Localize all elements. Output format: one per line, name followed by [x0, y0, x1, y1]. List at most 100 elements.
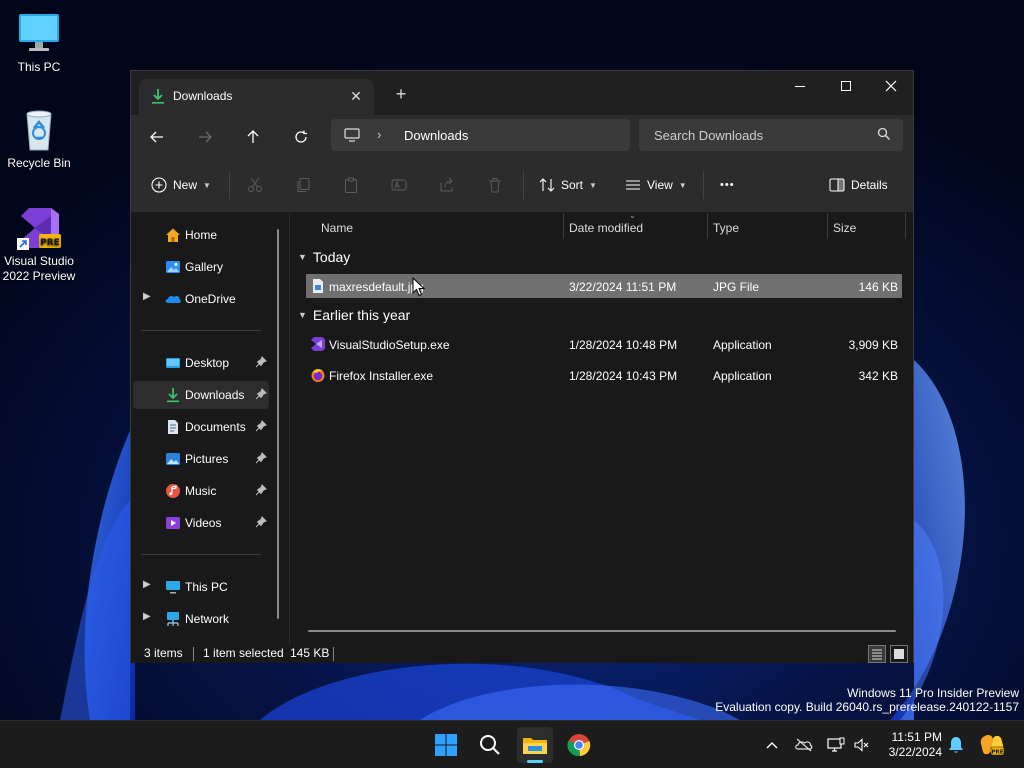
taskbar: 11:51 PM 3/22/2024 PRE: [0, 720, 1024, 768]
large-icons-view-toggle[interactable]: [890, 645, 908, 663]
new-button[interactable]: New ▼: [151, 173, 211, 197]
system-clock[interactable]: 11:51 PM 3/22/2024: [889, 730, 942, 760]
column-header-size[interactable]: Size: [833, 221, 856, 235]
sidebar-item-network[interactable]: ▶ Network: [133, 605, 269, 633]
sidebar-item-label: Downloads: [185, 388, 245, 402]
home-icon: [166, 228, 180, 242]
sidebar-item-videos[interactable]: Videos: [133, 509, 269, 537]
pre-badge: PRE: [40, 238, 60, 248]
minimize-icon: [795, 86, 805, 87]
desktop-icon-label: Visual Studio 2022 Preview: [2, 254, 76, 283]
chevron-down-icon: ▼: [298, 252, 307, 262]
delete-button[interactable]: [487, 173, 503, 197]
column-divider[interactable]: [905, 213, 906, 239]
copy-button[interactable]: [295, 173, 311, 197]
file-type: Application: [713, 369, 772, 383]
breadcrumb-downloads[interactable]: Downloads: [404, 128, 468, 143]
tiles-view-icon: [894, 649, 904, 659]
file-row-maxresdefault[interactable]: maxresdefault.jpg 3/22/2024 11:51 PM JPG…: [306, 274, 902, 298]
column-divider[interactable]: [563, 213, 564, 239]
more-options-button[interactable]: •••: [720, 173, 735, 197]
view-button[interactable]: View ▼: [625, 173, 687, 197]
sidebar-item-documents[interactable]: Documents: [133, 413, 269, 441]
new-tab-button[interactable]: +: [391, 84, 411, 104]
chevron-right-icon[interactable]: ▶: [143, 579, 151, 590]
chevron-right-icon[interactable]: ▶: [143, 611, 151, 622]
sort-icon: [539, 178, 555, 192]
taskbar-chrome[interactable]: [561, 727, 597, 763]
sort-button[interactable]: Sort ▼: [539, 173, 597, 197]
videos-icon: [166, 517, 180, 529]
sidebar-item-music[interactable]: Music: [133, 477, 269, 505]
pin-icon[interactable]: [255, 420, 267, 432]
address-bar[interactable]: › Downloads: [331, 119, 630, 151]
scissors-icon: [248, 177, 262, 192]
back-button[interactable]: [143, 123, 171, 151]
search-icon: [877, 127, 890, 140]
share-button[interactable]: [439, 173, 455, 197]
desktop-icon-visual-studio[interactable]: PRE Visual Studio 2022 Preview: [0, 204, 78, 284]
chrome-icon: [567, 734, 591, 757]
column-header-type[interactable]: Type: [713, 221, 739, 235]
show-hidden-icons-button[interactable]: [760, 733, 784, 757]
copy-icon: [297, 178, 310, 192]
sidebar-item-onedrive[interactable]: ▶ OneDrive: [133, 285, 269, 313]
taskbar-search-button[interactable]: [472, 727, 508, 763]
pin-icon[interactable]: [255, 516, 267, 528]
desktop-icon-this-pc[interactable]: This PC: [0, 10, 78, 75]
pin-icon[interactable]: [255, 388, 267, 400]
sidebar-item-label: Music: [185, 484, 217, 498]
file-explorer-window: Downloads ✕ + › Downloads Search Downloa…: [130, 70, 914, 663]
pin-icon[interactable]: [255, 452, 267, 464]
onedrive-tray-button[interactable]: [792, 733, 816, 757]
group-header-today[interactable]: ▼ Today: [298, 249, 350, 265]
search-input[interactable]: Search Downloads: [654, 128, 763, 143]
search-box[interactable]: Search Downloads: [639, 119, 903, 151]
desktop-icon-recycle-bin[interactable]: Recycle Bin: [0, 106, 78, 171]
paste-button[interactable]: [343, 173, 359, 197]
column-divider[interactable]: [827, 213, 828, 239]
copilot-button[interactable]: PRE: [978, 733, 1006, 757]
column-divider[interactable]: [707, 213, 708, 239]
start-button[interactable]: [428, 727, 464, 763]
file-row-firefox-installer[interactable]: Firefox Installer.exe 1/28/2024 10:43 PM…: [306, 363, 902, 387]
sidebar-item-desktop[interactable]: Desktop: [133, 349, 269, 377]
maximize-button[interactable]: [823, 71, 869, 101]
volume-tray-button[interactable]: [850, 733, 874, 757]
horizontal-scrollbar[interactable]: [308, 630, 896, 632]
refresh-button[interactable]: [287, 123, 315, 151]
tab-close-button[interactable]: ✕: [346, 86, 366, 106]
view-button-label: View: [647, 178, 673, 192]
notification-center-button[interactable]: [944, 733, 968, 757]
group-header-earlier-this-year[interactable]: ▼ Earlier this year: [298, 307, 410, 323]
up-button[interactable]: [239, 123, 267, 151]
close-button[interactable]: [868, 71, 914, 101]
rename-button[interactable]: [391, 173, 407, 197]
sidebar-item-downloads[interactable]: Downloads: [133, 381, 269, 409]
rename-icon: [391, 179, 407, 191]
column-header-name[interactable]: Name: [321, 221, 353, 235]
details-view-toggle[interactable]: [868, 645, 886, 663]
sidebar-item-home[interactable]: Home: [133, 221, 269, 249]
sidebar-item-this-pc[interactable]: ▶ This PC: [133, 573, 269, 601]
music-icon: [166, 484, 180, 498]
column-header-date-modified[interactable]: Date modified: [569, 221, 643, 235]
pin-icon[interactable]: [255, 484, 267, 496]
download-icon: [167, 388, 179, 403]
cut-button[interactable]: [247, 173, 263, 197]
chevron-right-icon[interactable]: ▶: [143, 291, 151, 302]
close-icon: [885, 80, 897, 92]
file-row-visualstudiosetup[interactable]: VisualStudioSetup.exe 1/28/2024 10:48 PM…: [306, 332, 902, 356]
tab-downloads[interactable]: Downloads ✕: [139, 79, 374, 115]
pin-icon[interactable]: [255, 356, 267, 368]
sidebar-item-gallery[interactable]: Gallery: [133, 253, 269, 281]
sidebar-item-pictures[interactable]: Pictures: [133, 445, 269, 473]
minimize-button[interactable]: [777, 71, 823, 101]
network-tray-button[interactable]: [824, 733, 848, 757]
start-icon: [435, 734, 457, 756]
sidebar-scrollbar[interactable]: [277, 229, 279, 619]
taskbar-file-explorer[interactable]: [517, 727, 553, 763]
refresh-icon: [295, 130, 307, 143]
forward-button[interactable]: [191, 123, 219, 151]
details-pane-button[interactable]: Details: [829, 173, 888, 197]
